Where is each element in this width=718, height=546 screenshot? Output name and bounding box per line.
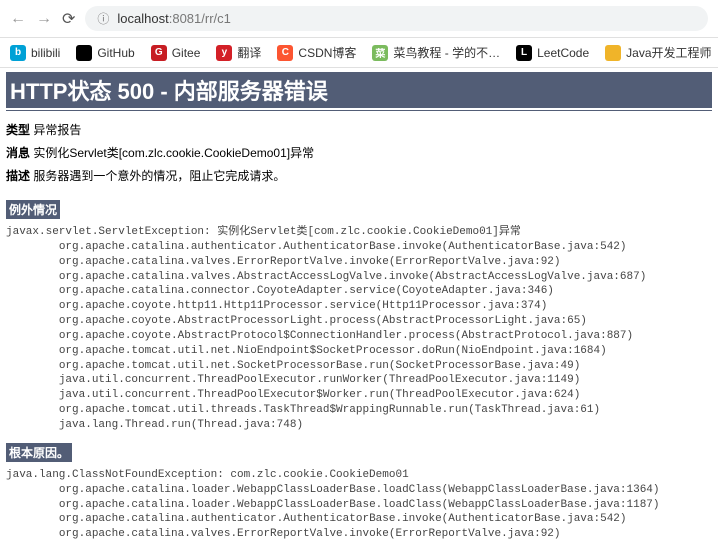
rootcause-stack: java.lang.ClassNotFoundException: com.zl… — [6, 468, 712, 542]
bookmark-item[interactable]: b bilibili — [10, 45, 60, 61]
site-info-icon[interactable]: ⓘ — [97, 10, 109, 27]
bookmark-item[interactable]: GitHub — [76, 45, 134, 61]
bookmark-icon: у — [216, 45, 232, 61]
message-field: 消息 实例化Servlet类[com.zlc.cookie.CookieDemo… — [6, 144, 712, 161]
back-button[interactable]: ← — [10, 10, 26, 28]
bookmark-item[interactable]: Java开发工程师 — [605, 44, 711, 61]
bookmark-icon — [76, 45, 92, 61]
address-bar[interactable]: ⓘ localhost:8081/rr/c1 — [85, 6, 708, 31]
bookmark-label: CSDN博客 — [298, 44, 356, 61]
bookmark-icon: G — [151, 45, 167, 61]
bookmark-icon: 菜 — [372, 45, 388, 61]
bookmark-label: GitHub — [97, 46, 134, 60]
bookmark-item[interactable]: C CSDN博客 — [277, 44, 356, 61]
divider — [6, 110, 712, 111]
exception-heading: 例外情况 — [6, 200, 60, 219]
page-content: HTTP状态 500 - 内部服务器错误 类型 异常报告 消息 实例化Servl… — [0, 68, 718, 546]
browser-nav-bar: ← → ⟳ ⓘ localhost:8081/rr/c1 — [0, 0, 718, 38]
bookmark-icon: b — [10, 45, 26, 61]
bookmark-label: Gitee — [172, 46, 201, 60]
page-title: HTTP状态 500 - 内部服务器错误 — [6, 72, 712, 108]
type-field: 类型 异常报告 — [6, 121, 712, 138]
bookmark-label: LeetCode — [537, 46, 589, 60]
bookmark-item[interactable]: G Gitee — [151, 45, 201, 61]
reload-button[interactable]: ⟳ — [62, 9, 75, 29]
rootcause-heading: 根本原因。 — [6, 443, 72, 462]
description-field: 描述 服务器遇到一个意外的情况，阻止它完成请求。 — [6, 167, 712, 184]
exception-stack: javax.servlet.ServletException: 实例化Servl… — [6, 225, 712, 433]
forward-button: → — [36, 10, 52, 28]
url-host: localhost:8081/rr/c1 — [117, 11, 230, 26]
bookmark-icon: L — [516, 45, 532, 61]
bookmark-item[interactable]: 菜菜鸟教程 - 学的不… — [372, 44, 500, 61]
bookmark-label: bilibili — [31, 46, 60, 60]
bookmarks-bar: b bilibili GitHub G Gitee у 翻译 C CSDN博客菜菜鸟教程 - 学… — [0, 38, 718, 68]
bookmark-item[interactable]: у 翻译 — [216, 44, 261, 61]
bookmark-label: 翻译 — [237, 44, 261, 61]
bookmark-item[interactable]: L LeetCode — [516, 45, 589, 61]
bookmark-icon — [605, 45, 621, 61]
bookmark-icon: C — [277, 45, 293, 61]
bookmark-label: Java开发工程师 — [626, 44, 711, 61]
bookmark-label: 菜鸟教程 - 学的不… — [393, 44, 500, 61]
